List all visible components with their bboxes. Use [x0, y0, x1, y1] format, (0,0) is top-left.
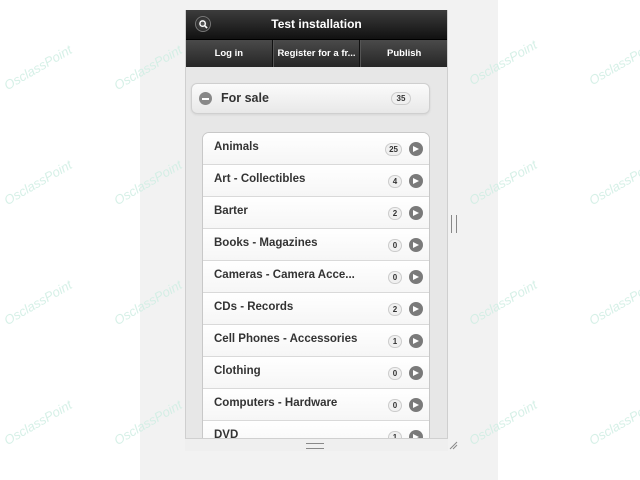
- category-list: Animals 25 Art - Collectibles 4 Barter 2…: [202, 132, 430, 438]
- category-label: Barter: [214, 205, 248, 217]
- category-label: Cell Phones - Accessories: [214, 333, 358, 345]
- count-badge: 25: [385, 143, 402, 156]
- watermark: OsclassPoint: [586, 37, 640, 88]
- arrow-right-icon: [409, 174, 423, 188]
- category-label: CDs - Records: [214, 301, 294, 313]
- list-item[interactable]: Barter 2: [203, 197, 429, 229]
- count-badge: 0: [388, 239, 402, 252]
- watermark: OsclassPoint: [1, 277, 75, 328]
- arrow-right-icon: [409, 270, 423, 284]
- login-button[interactable]: Log in: [186, 40, 273, 67]
- category-label: Clothing: [214, 365, 261, 377]
- list-item[interactable]: Clothing 0: [203, 357, 429, 389]
- list-item[interactable]: Cameras - Camera Acce... 0: [203, 261, 429, 293]
- count-badge: 2: [388, 303, 402, 316]
- count-badge: 1: [388, 431, 402, 438]
- arrow-right-icon: [409, 366, 423, 380]
- category-label: Computers - Hardware: [214, 397, 338, 409]
- arrow-right-icon: [409, 206, 423, 220]
- navbar: Log in Register for a fr... Publish: [186, 40, 447, 67]
- count-badge: 0: [388, 399, 402, 412]
- corner-resize-icon[interactable]: [448, 440, 458, 450]
- app-header: Test installation: [186, 10, 447, 40]
- arrow-right-icon: [409, 398, 423, 412]
- list-item[interactable]: Art - Collectibles 4: [203, 165, 429, 197]
- register-button[interactable]: Register for a fr...: [272, 40, 361, 67]
- watermark: OsclassPoint: [1, 157, 75, 208]
- watermark: OsclassPoint: [586, 277, 640, 328]
- list-item[interactable]: Books - Magazines 0: [203, 229, 429, 261]
- count-badge: 35: [391, 92, 411, 105]
- count-badge: 2: [388, 207, 402, 220]
- count-badge: 4: [388, 175, 402, 188]
- arrow-right-icon: [409, 430, 423, 438]
- category-label: Cameras - Camera Acce...: [214, 269, 355, 281]
- category-label: Animals: [214, 141, 259, 153]
- watermark: OsclassPoint: [1, 42, 75, 93]
- category-label: Books - Magazines: [214, 237, 318, 249]
- minus-icon: [199, 92, 212, 105]
- watermark: OsclassPoint: [586, 397, 640, 448]
- list-item[interactable]: Animals 25: [203, 133, 429, 165]
- mobile-frame: Test installation Log in Register for a …: [185, 10, 448, 438]
- publish-button[interactable]: Publish: [360, 40, 447, 67]
- arrow-right-icon: [409, 302, 423, 316]
- page-title: Test installation: [271, 17, 362, 31]
- category-label: DVD: [214, 429, 239, 438]
- category-label: Art - Collectibles: [214, 173, 306, 185]
- list-item[interactable]: Cell Phones - Accessories 1: [203, 325, 429, 357]
- arrow-right-icon: [409, 334, 423, 348]
- bottom-resize-bar: [185, 438, 448, 451]
- for-sale-label: For sale: [221, 91, 269, 105]
- arrow-right-icon: [409, 142, 423, 156]
- list-item[interactable]: Computers - Hardware 0: [203, 389, 429, 421]
- vertical-resize-handle[interactable]: [451, 215, 457, 233]
- arrow-right-icon: [409, 238, 423, 252]
- for-sale-collapsible[interactable]: For sale 35: [191, 83, 430, 114]
- count-badge: 0: [388, 271, 402, 284]
- count-badge: 0: [388, 367, 402, 380]
- list-item[interactable]: DVD 1: [203, 421, 429, 438]
- list-item[interactable]: CDs - Records 2: [203, 293, 429, 325]
- watermark: OsclassPoint: [1, 397, 75, 448]
- watermark: OsclassPoint: [586, 157, 640, 208]
- count-badge: 1: [388, 335, 402, 348]
- horizontal-resize-handle[interactable]: [306, 443, 324, 449]
